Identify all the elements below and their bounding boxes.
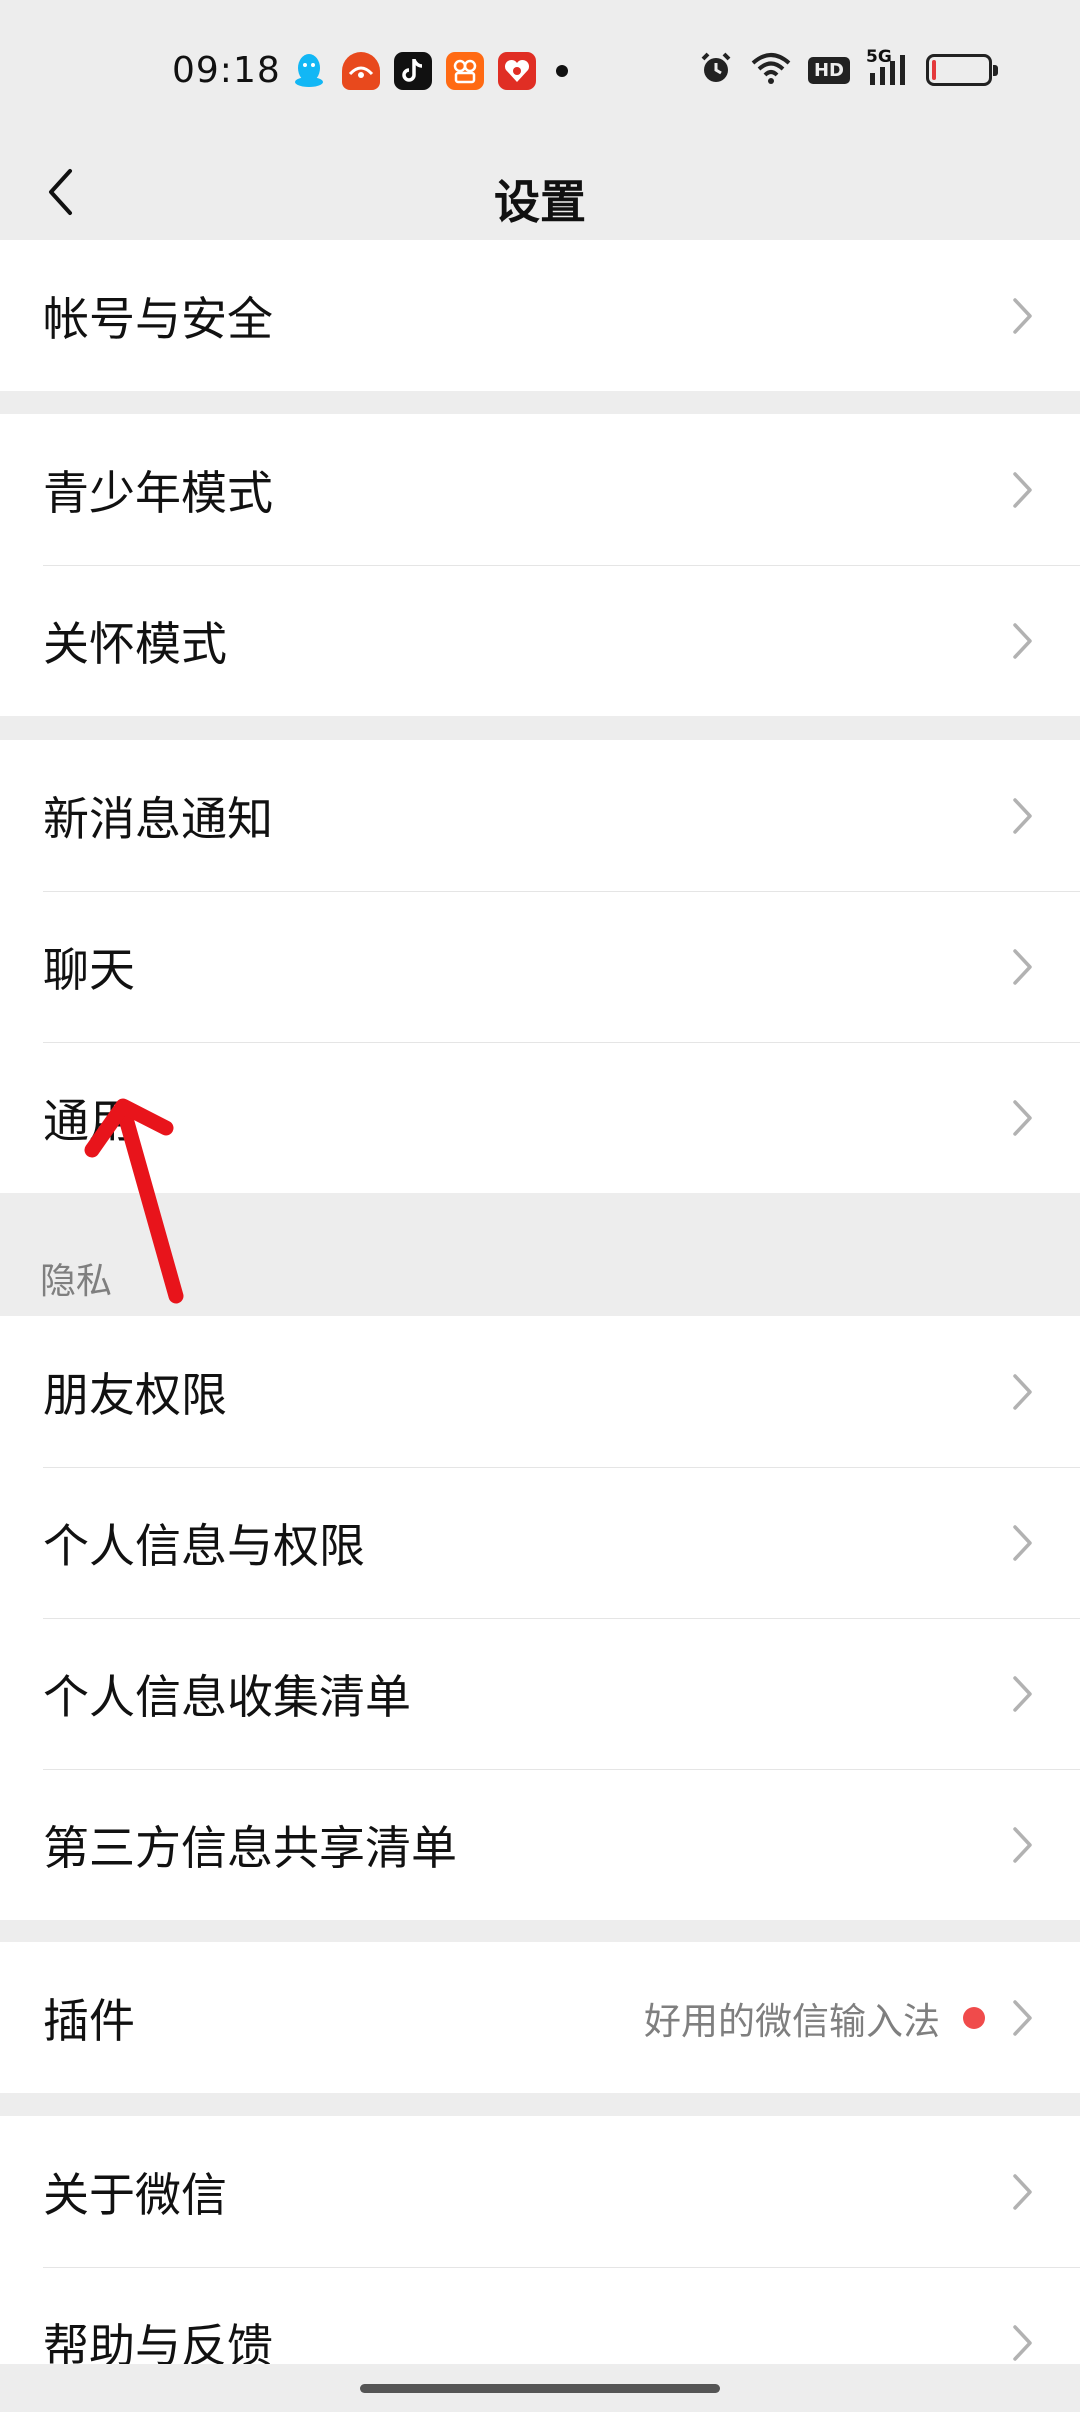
settings-item-label: 帮助与反馈 [43, 2318, 273, 2367]
settings-item-about-wechat[interactable]: 关于微信 [0, 2116, 1080, 2267]
chevron-right-icon [1013, 297, 1032, 334]
settings-item-account-security[interactable]: 帐号与安全 [0, 240, 1080, 391]
settings-item-notifications[interactable]: 新消息通知 [0, 740, 1080, 891]
home-indicator[interactable] [360, 2384, 720, 2393]
settings-item-third-party-sharing[interactable]: 第三方信息共享清单 [0, 1769, 1080, 1920]
chevron-right-icon [1013, 622, 1032, 659]
settings-item-friend-permissions[interactable]: 朋友权限 [0, 1316, 1080, 1467]
battery-icon [926, 54, 998, 86]
signal-icon: 5G [866, 47, 910, 87]
page-title: 设置 [494, 175, 586, 229]
plugin-promo-text: 好用的微信输入法 [644, 1999, 940, 2043]
new-badge-dot [963, 2006, 985, 2029]
battery-level [932, 60, 936, 80]
chevron-right-icon [1013, 2324, 1032, 2361]
chevron-right-icon [1013, 1099, 1032, 1136]
status-time: 09:18 [172, 50, 281, 91]
settings-item-chat[interactable]: 聊天 [0, 891, 1080, 1042]
settings-item-label: 插件 [43, 1993, 135, 2048]
settings-item-label: 个人信息与权限 [43, 1518, 365, 1573]
taobao-icon [342, 52, 380, 90]
navigation-bar: 设置 [0, 144, 1080, 240]
settings-item-label: 聊天 [43, 942, 135, 997]
settings-item-personal-info-list[interactable]: 个人信息收集清单 [0, 1618, 1080, 1769]
settings-item-personal-info-permissions[interactable]: 个人信息与权限 [0, 1467, 1080, 1618]
settings-group-about: 关于微信 帮助与反馈 [0, 2116, 1080, 2366]
settings-group-general: 新消息通知 聊天 通用 [0, 740, 1080, 1193]
settings-item-label: 第三方信息共享清单 [43, 1820, 457, 1875]
system-icons: HD 5G [698, 47, 998, 90]
settings-item-label: 关于微信 [43, 2167, 227, 2222]
notification-icons [290, 52, 568, 90]
wifi-icon [750, 51, 792, 89]
status-bar: 09:18 HD 5G [0, 0, 1080, 144]
chevron-right-icon [1013, 1524, 1032, 1561]
chevron-right-icon [1013, 797, 1032, 834]
section-header-privacy: 隐私 [40, 1261, 113, 1302]
settings-item-label: 青少年模式 [43, 465, 273, 520]
settings-item-label: 朋友权限 [43, 1367, 227, 1422]
qq-icon [290, 52, 328, 90]
settings-item-plugins[interactable]: 插件 好用的微信输入法 [0, 1942, 1080, 2093]
more-notifications-dot [556, 65, 568, 77]
settings-item-teen-mode[interactable]: 青少年模式 [0, 414, 1080, 565]
hd-badge: HD [807, 56, 850, 84]
chevron-right-icon [1013, 948, 1032, 985]
settings-item-general[interactable]: 通用 [0, 1042, 1080, 1193]
settings-item-label: 帐号与安全 [43, 291, 273, 346]
alarm-icon [698, 50, 734, 90]
settings-item-label: 个人信息收集清单 [43, 1669, 411, 1724]
gesture-bar [0, 2364, 1080, 2412]
chevron-right-icon [1013, 2173, 1032, 2210]
network-type-label: 5G [866, 47, 892, 67]
settings-item-label: 通用 [43, 1093, 135, 1148]
settings-group-privacy: 朋友权限 个人信息与权限 个人信息收集清单 第三方信息共享清单 [0, 1316, 1080, 1920]
settings-group-plugins: 插件 好用的微信输入法 [0, 1942, 1080, 2093]
chevron-right-icon [1013, 1373, 1032, 1410]
chevron-right-icon [1013, 471, 1032, 508]
settings-item-care-mode[interactable]: 关怀模式 [0, 565, 1080, 716]
kuaishou-icon [446, 52, 484, 90]
settings-group-modes: 青少年模式 关怀模式 [0, 414, 1080, 716]
settings-group-account: 帐号与安全 [0, 240, 1080, 391]
chevron-right-icon [1013, 1826, 1032, 1863]
settings-item-help-feedback[interactable]: 帮助与反馈 [0, 2267, 1080, 2366]
chevron-right-icon [1013, 1999, 1032, 2036]
chevron-right-icon [1013, 1675, 1032, 1712]
douyin-icon [394, 52, 432, 90]
settings-item-label: 关怀模式 [43, 616, 227, 671]
pinduoduo-icon [498, 52, 536, 90]
settings-item-label: 新消息通知 [43, 791, 273, 846]
